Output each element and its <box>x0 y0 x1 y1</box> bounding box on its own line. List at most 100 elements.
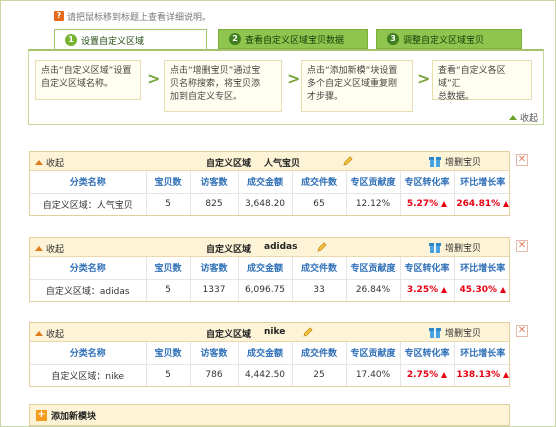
step-number-2: 2 <box>229 33 241 45</box>
col-header: 宝贝数 <box>146 171 191 194</box>
cell-sales-amount: 4,442.50 <box>238 364 293 386</box>
col-header: 环比增长率 <box>454 342 511 365</box>
step-number-3: 3 <box>387 33 399 45</box>
add-module-button[interactable]: + 添加新模块 <box>29 404 510 426</box>
step-text: 总数据。 <box>438 92 475 102</box>
table-row: 自定义区域：nike 5 786 4,442.50 25 17.40% 2.75… <box>30 364 511 386</box>
collapse-module-button[interactable]: 收起 <box>35 156 64 169</box>
module-title-label: 自定义区域 <box>206 159 252 169</box>
collapse-label: 收起 <box>46 159 65 169</box>
pencil-icon[interactable] <box>342 155 354 167</box>
gift-icon <box>429 157 441 167</box>
hint-text: 请把鼠标移到标题上查看详细说明。 <box>67 12 212 23</box>
module-header: 收起 自定义区域 adidas 增删宝贝 <box>30 238 509 257</box>
col-header: 分类名称 <box>30 171 147 194</box>
step-text: 点击“自定义区域”设置 <box>41 66 132 76</box>
region-module-3: 收起 自定义区域 nike 增删宝贝 分类名称 宝贝数 访客数 成交金额 成交件… <box>29 322 511 387</box>
col-header: 成交金额 <box>238 171 293 194</box>
col-header: 专区贡献度 <box>346 257 401 280</box>
col-header: 成交件数 <box>292 342 347 365</box>
step-text: 才步骤。 <box>307 92 344 102</box>
triangle-up-icon <box>35 331 43 336</box>
add-remove-items-button[interactable]: 增删宝贝 <box>428 240 481 254</box>
add-remove-label: 增删宝贝 <box>445 328 482 339</box>
module-name: nike <box>264 327 286 337</box>
add-remove-items-button[interactable]: 增删宝贝 <box>428 154 481 168</box>
tab-set-region[interactable]: 1 设置自定义区域 <box>54 29 207 50</box>
cell-item-count: 5 <box>146 279 191 301</box>
module-title-label: 自定义区域 <box>206 245 252 255</box>
table-row: 自定义区域：人气宝贝 5 825 3,648.20 65 12.12% 5.27… <box>30 193 511 215</box>
arrow-up-icon <box>503 371 510 378</box>
module-header: 收起 自定义区域 nike 增删宝贝 <box>30 323 509 342</box>
chevron-right-icon: > <box>417 69 431 88</box>
cell-visitors: 1337 <box>190 279 239 301</box>
tab-view-data[interactable]: 2 查看自定义区域宝贝数据 <box>218 29 368 49</box>
arrow-up-icon <box>441 286 448 293</box>
module-table: 分类名称 宝贝数 访客数 成交金额 成交件数 专区贡献度 专区转化率 环比增长率… <box>30 171 511 215</box>
pencil-icon[interactable] <box>316 241 328 253</box>
col-header: 专区贡献度 <box>346 171 401 194</box>
col-header: 成交金额 <box>238 257 293 280</box>
col-header: 专区转化率 <box>400 171 455 194</box>
step-number-1: 1 <box>65 34 77 46</box>
arrow-up-icon <box>441 371 448 378</box>
cell-conversion: 3.25% <box>400 279 455 301</box>
col-header: 访客数 <box>190 257 239 280</box>
report-panel: ? 请把鼠标移到标题上查看详细说明。 1 设置自定义区域 2 查看自定义区域宝贝… <box>0 0 556 427</box>
close-icon[interactable]: ✕ <box>516 154 528 166</box>
col-header: 环比增长率 <box>454 257 511 280</box>
triangle-up-icon <box>35 160 43 165</box>
step-text: 点击“添加新模”块设置 <box>307 66 398 76</box>
col-header: 访客数 <box>190 342 239 365</box>
region-module-1: 收起 自定义区域 人气宝贝 增删宝贝 分类名称 宝贝数 访客数 成交金额 成交件… <box>29 151 511 216</box>
tab-adjust-items[interactable]: 3 调整自定义区域宝贝 <box>376 29 522 49</box>
step-card-1: 点击“自定义区域”设置 自定义区域名称。 <box>35 60 141 100</box>
growth-value: 45.30% <box>459 285 498 296</box>
module-name: adidas <box>264 242 298 252</box>
collapse-label: 收起 <box>519 114 538 124</box>
cell-sales-count: 65 <box>292 193 347 215</box>
cell-sales-count: 25 <box>292 364 347 386</box>
col-header: 宝贝数 <box>146 342 191 365</box>
close-icon[interactable]: ✕ <box>516 240 528 252</box>
add-remove-items-button[interactable]: 增删宝贝 <box>428 325 481 339</box>
step-text: 自定义区域名称。 <box>41 79 114 89</box>
growth-value: 264.81% <box>456 199 501 210</box>
cell-growth: 45.30% <box>454 279 511 301</box>
cell-visitors: 825 <box>190 193 239 215</box>
region-module-2: 收起 自定义区域 adidas 增删宝贝 分类名称 宝贝数 访客数 成交金额 成… <box>29 237 511 302</box>
add-remove-label: 增删宝贝 <box>445 157 482 168</box>
arrow-up-icon <box>441 200 448 207</box>
tab-label: 调整自定义区域宝贝 <box>403 35 485 46</box>
cell-contribution: 12.12% <box>346 193 401 215</box>
hint: ? 请把鼠标移到标题上查看详细说明。 <box>54 9 211 23</box>
arrow-up-icon <box>503 200 510 207</box>
cell-item-count: 5 <box>146 193 191 215</box>
col-header: 访客数 <box>190 171 239 194</box>
arrow-up-icon <box>500 286 506 293</box>
cell-growth: 264.81% <box>454 193 511 215</box>
triangle-up-icon <box>35 246 43 251</box>
chevron-right-icon: > <box>287 69 301 88</box>
col-header: 成交金额 <box>238 342 293 365</box>
collapse-module-button[interactable]: 收起 <box>35 242 64 255</box>
question-icon: ? <box>54 11 64 21</box>
pencil-icon[interactable] <box>302 326 314 338</box>
table-header-row: 分类名称 宝贝数 访客数 成交金额 成交件数 专区贡献度 专区转化率 环比增长率 <box>30 342 511 365</box>
cell-item-count: 5 <box>146 364 191 386</box>
chevron-right-icon: > <box>147 69 161 88</box>
col-header: 环比增长率 <box>454 171 511 194</box>
step-tabs: 1 设置自定义区域 2 查看自定义区域宝贝数据 3 调整自定义区域宝贝 <box>54 29 544 50</box>
collapse-module-button[interactable]: 收起 <box>35 327 64 340</box>
cell-contribution: 26.84% <box>346 279 401 301</box>
table-header-row: 分类名称 宝贝数 访客数 成交金额 成交件数 专区贡献度 专区转化率 环比增长率 <box>30 257 511 280</box>
gift-icon <box>429 243 441 253</box>
tab-label: 设置自定义区域 <box>81 36 145 47</box>
collapse-guide-button[interactable]: 收起 <box>508 111 538 124</box>
cell-category: 自定义区域：adidas <box>30 279 147 301</box>
close-icon[interactable]: ✕ <box>516 325 528 337</box>
tab-label: 查看自定义区域宝贝数据 <box>245 35 345 46</box>
collapse-label: 收起 <box>46 330 65 340</box>
module-table: 分类名称 宝贝数 访客数 成交金额 成交件数 专区贡献度 专区转化率 环比增长率… <box>30 257 511 301</box>
